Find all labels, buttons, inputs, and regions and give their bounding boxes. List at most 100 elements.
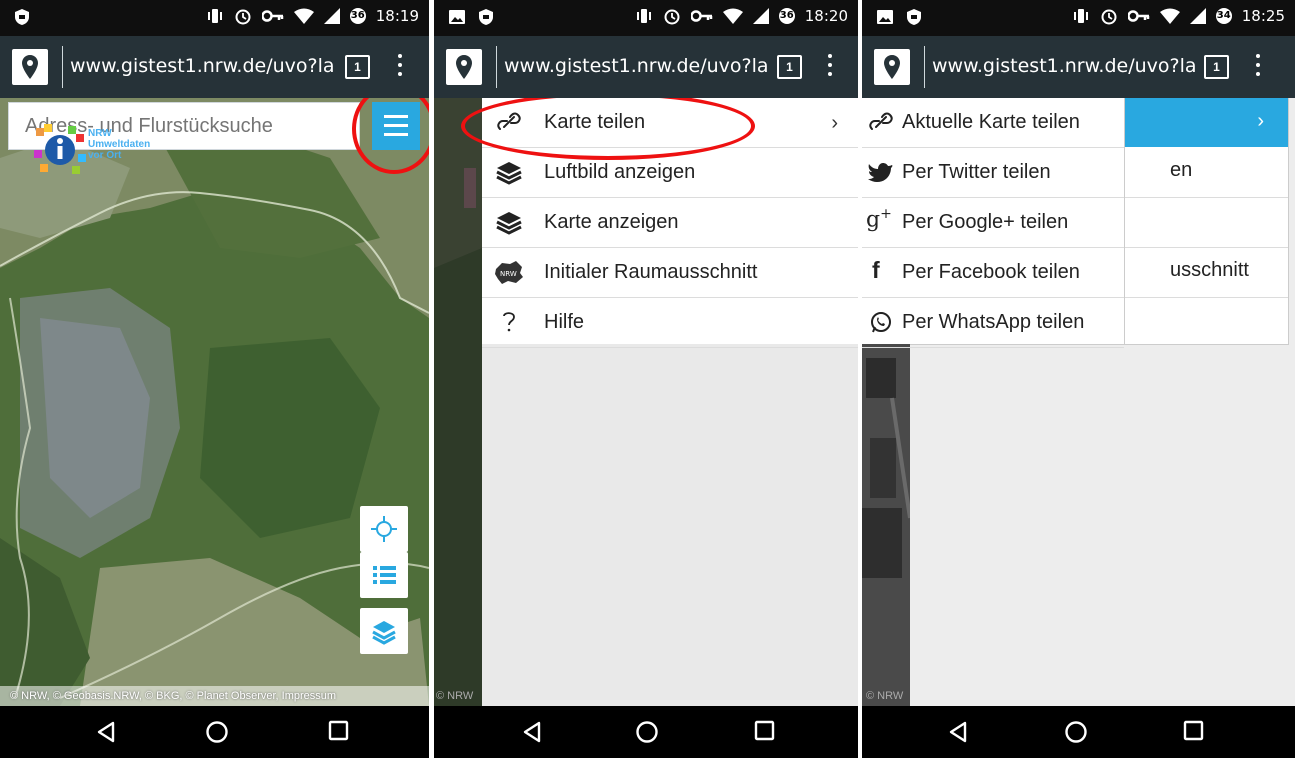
uvo-logo-text: NRW Umweltdaten vor Ort xyxy=(88,128,151,161)
alarm-icon xyxy=(235,9,251,25)
wifi-icon xyxy=(293,8,314,24)
alarm-icon xyxy=(664,9,680,25)
overflow-menu-icon[interactable] xyxy=(398,54,402,78)
share-item-facebook[interactable]: f Per Facebook teilen xyxy=(862,248,1124,298)
facebook-icon: f xyxy=(872,257,880,283)
screenshot-panel-share-menu: 34 18:25 www.gistest1.nrw.de/uvo?la 1 © … xyxy=(862,0,1295,758)
browser-toolbar: www.gistest1.nrw.de/uvo?la 1 xyxy=(862,36,1295,98)
signal-icon xyxy=(752,8,769,24)
menu-item-label: Karte anzeigen xyxy=(544,211,679,233)
shield-icon xyxy=(907,9,921,25)
share-item-google-plus[interactable]: g+ Per Google+ teilen xyxy=(862,198,1124,248)
question-icon xyxy=(503,312,515,332)
wifi-icon xyxy=(722,8,743,24)
signal-icon xyxy=(1189,8,1206,24)
recents-icon[interactable] xyxy=(328,720,350,742)
menu-item-label-fragment: usschnitt xyxy=(1170,259,1249,281)
screenshot-panel-map: 36 18:19 www.gistest1.nrw.de/uvo?la 1 Ad… xyxy=(0,0,429,758)
layers-icon xyxy=(496,162,522,185)
clock: 18:19 xyxy=(375,7,419,25)
alarm-icon xyxy=(1101,9,1117,25)
layers-icon xyxy=(496,212,522,235)
url-field[interactable]: www.gistest1.nrw.de/uvo?la xyxy=(70,55,335,77)
nrw-shape-icon: NRW xyxy=(495,261,523,284)
share-item-whatsapp[interactable]: Per WhatsApp teilen xyxy=(862,298,1124,348)
google-plus-icon: g+ xyxy=(866,206,892,233)
chevron-right-icon: › xyxy=(831,112,838,134)
status-bar: 36 18:20 xyxy=(434,0,858,36)
battery-icon: 34 xyxy=(1215,8,1232,24)
map-view[interactable]: NRW Umweltdaten vor Ort © NRW, © Geobasi… xyxy=(0,98,429,706)
browser-toolbar: www.gistest1.nrw.de/uvo?la 1 xyxy=(0,36,429,98)
svg-text:NRW: NRW xyxy=(500,270,517,278)
status-bar: 36 18:19 xyxy=(0,0,429,36)
share-item-twitter[interactable]: Per Twitter teilen xyxy=(862,148,1124,198)
info-mosaic-icon xyxy=(34,124,86,174)
image-icon xyxy=(877,10,893,24)
location-pin-icon[interactable] xyxy=(12,49,48,85)
whatsapp-icon xyxy=(871,312,891,333)
menu-item-label: Initialer Raumausschnitt xyxy=(544,261,758,283)
android-nav-bar xyxy=(0,706,429,758)
screenshot-panel-menu: 36 18:20 www.gistest1.nrw.de/uvo?la 1 © … xyxy=(434,0,858,758)
location-pin-icon[interactable] xyxy=(446,49,482,85)
map-attribution[interactable]: © NRW, © Geobasis.NRW, © BKG, © Planet O… xyxy=(0,686,429,706)
locate-me-button[interactable] xyxy=(360,506,408,552)
map-view: © NRW Karte teilen › Luftbild anzeigen K… xyxy=(434,98,858,706)
overflow-menu-icon[interactable] xyxy=(1256,54,1260,78)
menu-item-label: Luftbild anzeigen xyxy=(544,161,696,183)
shield-icon xyxy=(479,9,493,25)
back-icon[interactable] xyxy=(522,720,542,744)
browser-toolbar: www.gistest1.nrw.de/uvo?la 1 xyxy=(434,36,858,98)
tab-switcher-button[interactable]: 1 xyxy=(1204,55,1229,79)
android-nav-bar xyxy=(862,706,1295,758)
android-nav-bar xyxy=(434,706,858,758)
url-divider xyxy=(496,46,497,88)
back-icon[interactable] xyxy=(948,720,968,744)
menu-item-hilfe[interactable]: Hilfe xyxy=(482,298,858,348)
url-divider xyxy=(62,46,63,88)
tab-switcher-button[interactable]: 1 xyxy=(345,55,370,79)
clock: 18:20 xyxy=(804,7,848,25)
recents-icon[interactable] xyxy=(754,720,776,742)
home-icon[interactable] xyxy=(635,720,659,744)
url-field[interactable]: www.gistest1.nrw.de/uvo?la xyxy=(504,55,769,77)
tab-switcher-button[interactable]: 1 xyxy=(777,55,802,79)
layers-button[interactable] xyxy=(360,608,408,654)
status-bar: 34 18:25 xyxy=(862,0,1295,36)
wifi-icon xyxy=(1159,8,1180,24)
chevron-right-icon: › xyxy=(1257,110,1264,132)
home-icon[interactable] xyxy=(205,720,229,744)
home-icon[interactable] xyxy=(1064,720,1088,744)
menu-item-label: Hilfe xyxy=(544,311,585,333)
dimmed-map-strip xyxy=(434,98,482,706)
back-icon[interactable] xyxy=(96,720,116,744)
location-pin-icon[interactable] xyxy=(874,49,910,85)
overflow-menu-icon[interactable] xyxy=(828,54,832,78)
clock: 18:25 xyxy=(1241,7,1285,25)
map-attribution: © NRW xyxy=(436,690,474,702)
menu-item-karte-anzeigen[interactable]: Karte anzeigen xyxy=(482,198,858,248)
url-divider xyxy=(924,46,925,88)
map-attribution: © NRW xyxy=(866,690,904,702)
vibrate-icon xyxy=(636,9,651,23)
vibrate-icon xyxy=(1073,9,1088,23)
key-icon xyxy=(261,10,284,22)
share-item-label: Per Facebook teilen xyxy=(902,261,1080,283)
share-item-aktuelle-karte[interactable]: Aktuelle Karte teilen xyxy=(862,98,1124,148)
map-view: © NRW › en usschnitt Aktuelle Karte teil… xyxy=(862,98,1295,706)
recents-icon[interactable] xyxy=(1183,720,1205,742)
legend-list-button[interactable] xyxy=(360,552,408,598)
share-item-label: Per WhatsApp teilen xyxy=(902,311,1085,333)
vibrate-icon xyxy=(207,9,222,23)
url-field[interactable]: www.gistest1.nrw.de/uvo?la xyxy=(932,55,1197,77)
key-icon xyxy=(1127,10,1150,22)
menu-item-label-fragment: en xyxy=(1170,159,1193,181)
menu-item-initialer-raumausschnitt[interactable]: NRW Initialer Raumausschnitt xyxy=(482,248,858,298)
share-submenu: Aktuelle Karte teilen Per Twitter teilen… xyxy=(862,98,1125,348)
uvo-logo: NRW Umweltdaten vor Ort xyxy=(30,120,170,190)
link-icon xyxy=(869,112,893,130)
battery-icon: 36 xyxy=(778,8,795,24)
share-item-label: Per Google+ teilen xyxy=(902,211,1069,233)
share-item-label: Per Twitter teilen xyxy=(902,161,1051,183)
